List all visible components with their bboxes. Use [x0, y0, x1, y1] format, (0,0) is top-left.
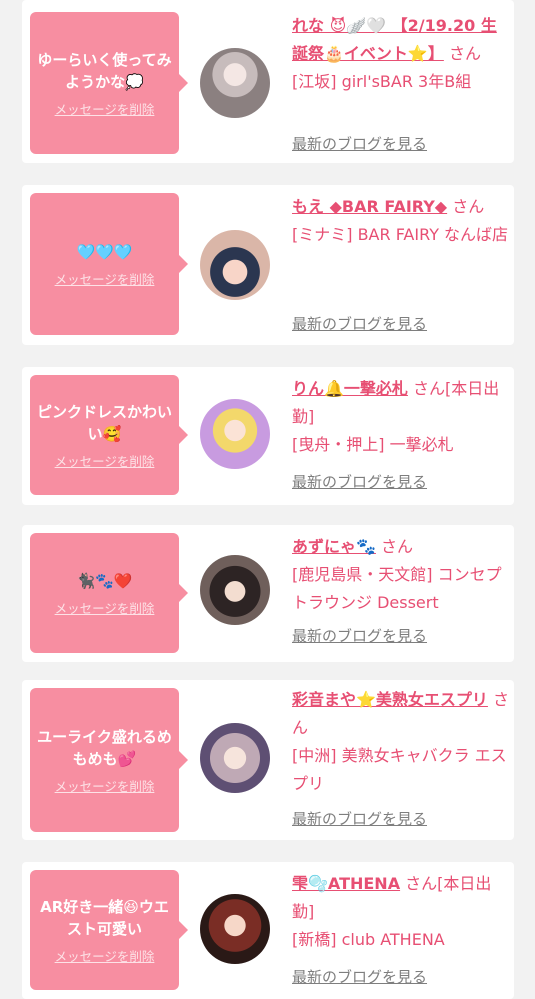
- profile-info: もえ ◆BAR FAIRY◆ さん [ミナミ] BAR FAIRY なんば店: [292, 193, 510, 249]
- message-text: ユーライク盛れるめもめも💕: [37, 727, 172, 768]
- latest-blog-link[interactable]: 最新のブログを見る: [292, 625, 427, 646]
- conversation-card: ユーライク盛れるめもめも💕 メッセージを削除 彩音まや⭐️美熟女エスプリ さん …: [22, 680, 514, 840]
- avatar[interactable]: [200, 48, 270, 118]
- store-name: [曳舟・押上] 一撃必札: [292, 435, 454, 454]
- latest-blog-link[interactable]: 最新のブログを見る: [292, 313, 427, 334]
- message-bubble: AR好き一緒😆ウエスト可愛い メッセージを削除: [30, 870, 188, 990]
- conversation-card: 🩵🩵🩵 メッセージを削除 もえ ◆BAR FAIRY◆ さん [ミナミ] BAR…: [22, 185, 514, 345]
- store-name: [鹿児島県・天文館] コンセプトラウンジ Dessert: [292, 565, 502, 612]
- conversation-card: ゆーらいく使ってみようかな💭 メッセージを削除 れな 😈🪽🤍 【2/19.20 …: [22, 0, 514, 163]
- message-bubble: ユーライク盛れるめもめも💕 メッセージを削除: [30, 688, 188, 832]
- message-bubble: ゆーらいく使ってみようかな💭 メッセージを削除: [30, 12, 188, 154]
- latest-blog-link[interactable]: 最新のブログを見る: [292, 966, 427, 987]
- message-text: ピンクドレスかわいい🥰: [36, 402, 172, 443]
- latest-blog-link[interactable]: 最新のブログを見る: [292, 133, 427, 154]
- store-name: [中洲] 美熟女キャバクラ エスプリ: [292, 746, 507, 793]
- latest-blog-link[interactable]: 最新のブログを見る: [292, 808, 427, 829]
- user-name-link[interactable]: 雫🫧ATHENA: [292, 874, 400, 893]
- message-text: 🩵🩵🩵: [76, 242, 133, 261]
- delete-message-link[interactable]: メッセージを削除: [55, 99, 155, 118]
- avatar[interactable]: [200, 555, 270, 625]
- conversation-card: 🐈‍⬛🐾❤️ メッセージを削除 あずにゃ🐾 さん [鹿児島県・天文館] コンセプ…: [22, 525, 514, 662]
- profile-info: りん🔔一撃必札 さん[本日出勤] [曳舟・押上] 一撃必札: [292, 375, 510, 459]
- user-suffix: さん: [452, 197, 485, 216]
- user-suffix: さん: [381, 537, 414, 556]
- user-name-link[interactable]: 彩音まや⭐️美熟女エスプリ: [292, 690, 488, 709]
- delete-message-link[interactable]: メッセージを削除: [55, 946, 155, 965]
- message-text: 🐈‍⬛🐾❤️: [76, 571, 133, 590]
- delete-message-link[interactable]: メッセージを削除: [55, 776, 155, 795]
- profile-info: 彩音まや⭐️美熟女エスプリ さん [中洲] 美熟女キャバクラ エスプリ: [292, 686, 510, 798]
- user-name-link[interactable]: もえ ◆BAR FAIRY◆: [292, 197, 447, 216]
- store-name: [江坂] girl'sBAR 3年B組: [292, 72, 472, 91]
- user-name-link[interactable]: あずにゃ🐾: [292, 537, 376, 556]
- user-name-link[interactable]: りん🔔一撃必札: [292, 379, 408, 398]
- delete-message-link[interactable]: メッセージを削除: [55, 451, 155, 470]
- conversation-card: AR好き一緒😆ウエスト可愛い メッセージを削除 雫🫧ATHENA さん[本日出勤…: [22, 862, 514, 999]
- avatar[interactable]: [200, 230, 270, 300]
- message-bubble: 🩵🩵🩵 メッセージを削除: [30, 193, 188, 335]
- avatar[interactable]: [200, 399, 270, 469]
- store-name: [ミナミ] BAR FAIRY なんば店: [292, 225, 509, 244]
- delete-message-link[interactable]: メッセージを削除: [55, 269, 155, 288]
- profile-info: あずにゃ🐾 さん [鹿児島県・天文館] コンセプトラウンジ Dessert: [292, 533, 510, 617]
- profile-info: 雫🫧ATHENA さん[本日出勤] [新橋] club ATHENA: [292, 870, 510, 954]
- message-text: ゆーらいく使ってみようかな💭: [37, 50, 172, 91]
- avatar[interactable]: [200, 723, 270, 793]
- store-name: [新橋] club ATHENA: [292, 930, 445, 949]
- user-suffix: さん: [448, 44, 481, 63]
- avatar[interactable]: [200, 894, 270, 964]
- delete-message-link[interactable]: メッセージを削除: [55, 598, 155, 617]
- message-text: AR好き一緒😆ウエスト可愛い: [40, 897, 169, 938]
- profile-info: れな 😈🪽🤍 【2/19.20 生誕祭🎂イベント⭐️】 さん [江坂] girl…: [292, 12, 510, 96]
- message-bubble: 🐈‍⬛🐾❤️ メッセージを削除: [30, 533, 188, 653]
- conversation-card: ピンクドレスかわいい🥰 メッセージを削除 りん🔔一撃必札 さん[本日出勤] [曳…: [22, 367, 514, 505]
- message-bubble: ピンクドレスかわいい🥰 メッセージを削除: [30, 375, 188, 495]
- latest-blog-link[interactable]: 最新のブログを見る: [292, 471, 427, 492]
